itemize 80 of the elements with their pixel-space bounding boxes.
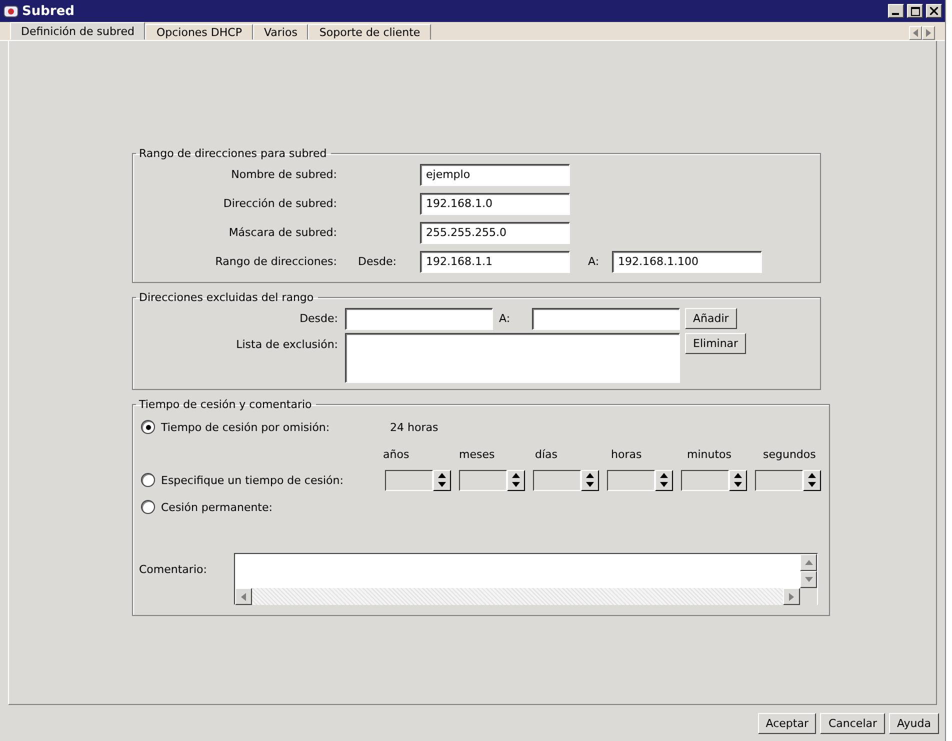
field-label: Comentario:: [139, 562, 208, 578]
down-arrow-icon: [512, 482, 520, 488]
add-button[interactable]: Añadir: [685, 308, 737, 329]
unit-label: meses: [459, 448, 495, 460]
dialog-button[interactable]: Aceptar: [758, 712, 816, 734]
radio-button[interactable]: [141, 420, 155, 434]
left-arrow-icon: [913, 29, 918, 37]
text-field[interactable]: 192.168.1.100: [612, 250, 762, 272]
remove-button[interactable]: Eliminar: [685, 333, 746, 354]
up-arrow-icon: [438, 472, 446, 478]
scroll-up-button[interactable]: [800, 554, 817, 571]
radio-button[interactable]: [141, 500, 155, 514]
maximize-icon: [910, 6, 920, 16]
scroll-right-button[interactable]: [783, 588, 800, 605]
spinner[interactable]: [755, 470, 821, 490]
unit-label: minutos: [687, 448, 732, 460]
unit-label: segundos: [763, 448, 816, 460]
dialog-button[interactable]: Cancelar: [820, 712, 886, 734]
unit-label: horas: [611, 448, 642, 460]
list-box[interactable]: [345, 333, 680, 383]
field-label: Desde:: [298, 312, 338, 325]
option-label: Especifique un tiempo de cesión:: [161, 474, 344, 486]
left-arrow-icon: [241, 592, 246, 600]
text-field[interactable]: 192.168.1.0: [420, 192, 570, 214]
text-field[interactable]: 192.168.1.1: [420, 250, 570, 272]
down-arrow-icon: [438, 482, 446, 488]
option-label: Cesión permanente:: [161, 500, 272, 514]
field-label: Máscara de subred:: [228, 226, 337, 239]
maximize-button[interactable]: [907, 4, 923, 18]
up-arrow-icon: [808, 472, 816, 478]
comment-field[interactable]: [234, 553, 818, 605]
app-icon: [3, 3, 19, 19]
unit-label: días: [535, 448, 558, 460]
field-label: Desde:: [358, 255, 398, 268]
text-field[interactable]: [532, 308, 680, 330]
right-arrow-icon: [789, 592, 794, 600]
down-arrow-icon: [734, 482, 742, 488]
close-button[interactable]: [926, 4, 942, 18]
scrollbar-corner: [800, 588, 817, 605]
scroll-down-button[interactable]: [800, 571, 817, 588]
text-field[interactable]: ejemplo: [420, 164, 570, 186]
dialog-button[interactable]: Ayuda: [889, 712, 939, 734]
unit-label: años: [383, 448, 410, 460]
down-arrow-icon: [808, 482, 816, 488]
up-arrow-icon: [512, 472, 520, 478]
group-title: Direcciones excluidas del rango: [138, 291, 315, 304]
spinner[interactable]: [385, 470, 451, 490]
down-arrow-icon: [586, 482, 594, 488]
field-label: Rango de direcciones:: [214, 255, 337, 268]
option-label: Tiempo de cesión por omisión:: [161, 420, 331, 434]
scroll-left-button[interactable]: [235, 588, 252, 605]
text-field[interactable]: [345, 308, 493, 330]
right-arrow-icon: [926, 29, 931, 37]
minimize-button[interactable]: [888, 4, 904, 18]
field-label: Lista de exclusión:: [235, 337, 338, 351]
group-title: Rango de direcciones para subred: [138, 147, 328, 160]
spinner[interactable]: [681, 470, 747, 490]
close-icon: [930, 7, 938, 15]
up-arrow-icon: [734, 472, 742, 478]
tab[interactable]: Definición de subred: [10, 22, 146, 40]
text-field[interactable]: 255.255.255.0: [420, 222, 570, 244]
field-label: A:: [588, 255, 600, 268]
spinner[interactable]: [607, 470, 673, 490]
up-arrow-icon: [804, 560, 812, 565]
tab[interactable]: Opciones DHCP: [145, 24, 253, 40]
tab[interactable]: Soporte de cliente: [308, 24, 432, 40]
up-arrow-icon: [586, 472, 594, 478]
down-arrow-icon: [660, 482, 668, 488]
spinner[interactable]: [533, 470, 599, 490]
down-arrow-icon: [804, 577, 812, 582]
tab[interactable]: Varios: [252, 24, 308, 40]
field-label: A:: [499, 312, 512, 325]
field-label: Nombre de subred:: [230, 168, 337, 181]
window-title: Subred: [22, 4, 76, 18]
field-label: Dirección de subred:: [222, 197, 337, 210]
lease-value: 24 horas: [390, 420, 438, 434]
group-title: Tiempo de cesión y comentario: [138, 398, 313, 411]
up-arrow-icon: [660, 472, 668, 478]
spinner[interactable]: [459, 470, 525, 490]
radio-button[interactable]: [141, 473, 155, 487]
